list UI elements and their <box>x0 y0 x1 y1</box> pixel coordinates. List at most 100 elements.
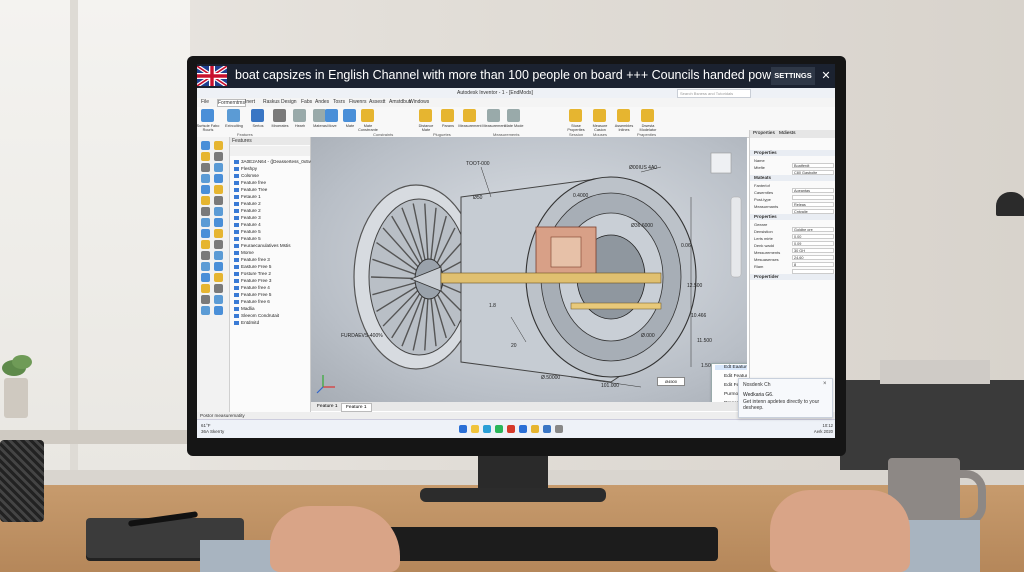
tree-item[interactable]: Feature 5 <box>234 229 261 234</box>
tree-item[interactable]: Fleshpy <box>234 166 257 171</box>
taskbar-app-icon[interactable] <box>543 425 551 433</box>
ribbon-button-icon[interactable] <box>361 109 374 122</box>
ribbon-button-icon[interactable] <box>227 109 240 122</box>
tree-item[interactable]: Feature free 6 <box>234 299 270 304</box>
tree-item[interactable]: Feature Free 3 <box>234 278 271 283</box>
tool-icon[interactable] <box>201 218 210 227</box>
taskbar-app-icon[interactable] <box>555 425 563 433</box>
tree-item[interactable]: Madlia <box>234 306 255 311</box>
notification-toast[interactable]: Nosdenk Ch × Wedkaria G6. Get intenn apd… <box>738 378 833 418</box>
menu-item[interactable]: Formerntms <box>217 99 246 107</box>
tool-icon[interactable] <box>201 284 210 293</box>
tree-item[interactable]: Feature 2 <box>234 201 261 206</box>
menu-item[interactable]: Inert <box>245 99 255 105</box>
tree-item[interactable]: Mome <box>234 250 254 255</box>
ribbon-button-icon[interactable] <box>507 109 520 122</box>
doc-tab-1[interactable]: Feature 1 <box>313 403 342 410</box>
tool-icon[interactable] <box>201 273 210 282</box>
ribbon-button-icon[interactable] <box>343 109 356 122</box>
tool-icon[interactable] <box>201 152 210 161</box>
tree-item[interactable]: Feature free 3 <box>234 257 270 262</box>
properties-tab[interactable]: Mdiests <box>779 131 796 136</box>
menu-item[interactable]: Amstdbus <box>389 99 411 105</box>
clock[interactable]: 10:12 Aerk 2020 <box>807 423 833 435</box>
tool-icon[interactable] <box>214 306 223 315</box>
tree-item[interactable]: Feature 2 <box>234 208 261 213</box>
tool-icon[interactable] <box>201 295 210 304</box>
tool-icon[interactable] <box>201 196 210 205</box>
taskbar-app-icon[interactable] <box>459 425 467 433</box>
menu-item[interactable]: Assestt <box>369 99 385 105</box>
menu-item[interactable]: Fabs <box>301 99 312 105</box>
doc-tab-2[interactable]: Feature 1 <box>341 403 372 412</box>
ribbon-button-icon[interactable] <box>441 109 454 122</box>
taskbar-app-icon[interactable] <box>483 425 491 433</box>
tool-icon[interactable] <box>201 240 210 249</box>
tree-item[interactable]: Feature Free 5 <box>234 292 271 297</box>
tool-icon[interactable] <box>214 174 223 183</box>
taskbar-app-icon[interactable] <box>471 425 479 433</box>
settings-button[interactable]: SETTINGS <box>771 67 815 85</box>
tree-item[interactable]: 3A0E2AN64 - ([Deassertess_0x5v0ast] <box>234 159 321 164</box>
tree-item[interactable]: Sleeom Condrutait <box>234 313 279 318</box>
ribbon-button-icon[interactable] <box>419 109 432 122</box>
tool-icon[interactable] <box>214 273 223 282</box>
menu-item[interactable]: File <box>201 99 209 105</box>
taskbar-app-icon[interactable] <box>507 425 515 433</box>
tool-icon[interactable] <box>214 152 223 161</box>
tree-item[interactable]: Fetaure 1 <box>234 194 261 199</box>
tool-icon[interactable] <box>214 284 223 293</box>
close-button[interactable]: ✕ <box>819 67 833 85</box>
tool-icon[interactable] <box>214 262 223 271</box>
context-menu-item[interactable]: Edt Eaature... <box>715 365 747 370</box>
tree-item[interactable]: Feature 4 <box>234 222 261 227</box>
tool-icon[interactable] <box>201 163 210 172</box>
tool-icon[interactable] <box>214 295 223 304</box>
ribbon-button-icon[interactable] <box>273 109 286 122</box>
menu-item[interactable]: Fiwenrs <box>349 99 367 105</box>
ribbon-button-icon[interactable] <box>641 109 654 122</box>
ribbon-button-icon[interactable] <box>569 109 582 122</box>
menu-item[interactable]: Tosrs <box>333 99 345 105</box>
menu-item[interactable]: Windows <box>409 99 429 105</box>
ribbon-button-icon[interactable] <box>463 109 476 122</box>
menu-item[interactable]: Raskus <box>263 99 280 105</box>
tree-item[interactable]: Feuraecanulatives Mstis <box>234 243 291 248</box>
tool-icon[interactable] <box>201 174 210 183</box>
properties-tab[interactable]: Properties <box>753 131 775 136</box>
menu-item[interactable]: Design <box>281 99 297 105</box>
tool-icon[interactable] <box>201 141 210 150</box>
tool-icon[interactable] <box>201 229 210 238</box>
tool-icon[interactable] <box>214 251 223 260</box>
tree-item[interactable]: Feature Tree <box>234 187 267 192</box>
tree-item[interactable]: Feature free 4 <box>234 285 270 290</box>
tool-icon[interactable] <box>214 185 223 194</box>
tree-item[interactable]: Fosture Tree 2 <box>234 271 271 276</box>
tool-icon[interactable] <box>201 251 210 260</box>
menu-item[interactable]: Andes <box>315 99 329 105</box>
ribbon-button-icon[interactable] <box>251 109 264 122</box>
properties-section[interactable]: Properties <box>750 214 835 220</box>
3d-viewport[interactable]: TOOT-000 Ø00IUS 4A0 Ø50 0.06 12.500 10.466 11.… <box>311 137 747 402</box>
tool-icon[interactable] <box>201 207 210 216</box>
tool-icon[interactable] <box>214 218 223 227</box>
tool-icon[interactable] <box>201 185 210 194</box>
taskbar-app-icon[interactable] <box>519 425 527 433</box>
properties-section[interactable]: Properties <box>750 150 835 156</box>
weather-widget[interactable]: 61°F 36A Skerrty <box>201 423 224 435</box>
tool-icon[interactable] <box>214 163 223 172</box>
tool-icon[interactable] <box>201 306 210 315</box>
ribbon-button-icon[interactable] <box>325 109 338 122</box>
tool-icon[interactable] <box>214 229 223 238</box>
tool-icon[interactable] <box>214 141 223 150</box>
ribbon-button-icon[interactable] <box>593 109 606 122</box>
tree-item[interactable]: Feature free <box>234 180 266 185</box>
ribbon-button-icon[interactable] <box>201 109 214 122</box>
tool-icon[interactable] <box>201 262 210 271</box>
tree-item[interactable]: Feature 3 <box>234 215 261 220</box>
ribbon-button-icon[interactable] <box>617 109 630 122</box>
taskbar-app-icon[interactable] <box>495 425 503 433</box>
tool-icon[interactable] <box>214 196 223 205</box>
properties-section[interactable]: Propertider <box>750 274 835 280</box>
tree-item[interactable]: Feature 5 <box>234 236 261 241</box>
